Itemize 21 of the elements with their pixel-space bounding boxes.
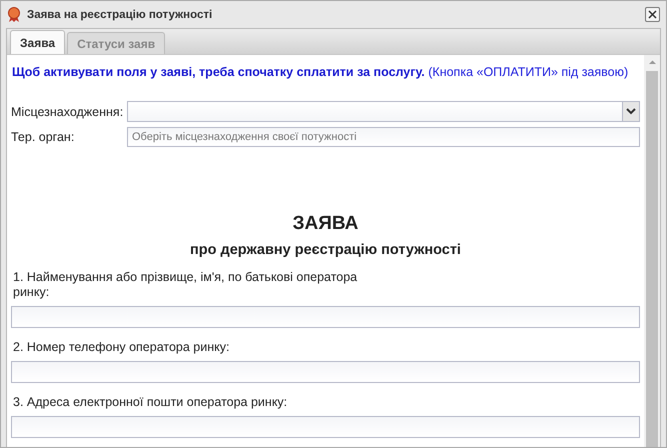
input-field[interactable] xyxy=(11,361,640,383)
input-field[interactable]: Оберіть місцезнаходження своєї потужності xyxy=(127,127,640,147)
form-subtitle: про державну реєстрацію потужності xyxy=(189,242,462,258)
input-field[interactable] xyxy=(11,306,640,328)
location-dropdown[interactable] xyxy=(127,101,640,122)
field-label: Місцезнаходження: xyxy=(11,104,124,118)
notice-text: Щоб активувати поля у заяві, треба спочатку сплатити за послугу. (Кнопка «ОПЛАТИТИ» під заявою) xyxy=(12,65,630,79)
tab[interactable]: Заява xyxy=(10,30,66,54)
window-title: Заява на реєстрацію потужності xyxy=(27,8,212,20)
award-icon xyxy=(7,6,21,22)
scrollbar[interactable] xyxy=(644,55,660,447)
close-button[interactable] xyxy=(645,7,660,22)
input-field[interactable] xyxy=(11,416,640,438)
form-title: ЗАЯВА xyxy=(292,213,360,235)
question-label: 2. Номер телефону оператора ринку: xyxy=(13,340,230,355)
field-label: Тер. орган: xyxy=(11,130,76,144)
caret-icon xyxy=(626,108,636,115)
question-label: 3. Адреса електронної пошти оператора ринку: xyxy=(13,395,288,410)
close-icon xyxy=(648,10,657,19)
arrow-up-icon xyxy=(648,58,656,67)
question-label: 1. Найменування або прізвище, ім'я, по батькові оператора ринку: xyxy=(13,270,358,300)
